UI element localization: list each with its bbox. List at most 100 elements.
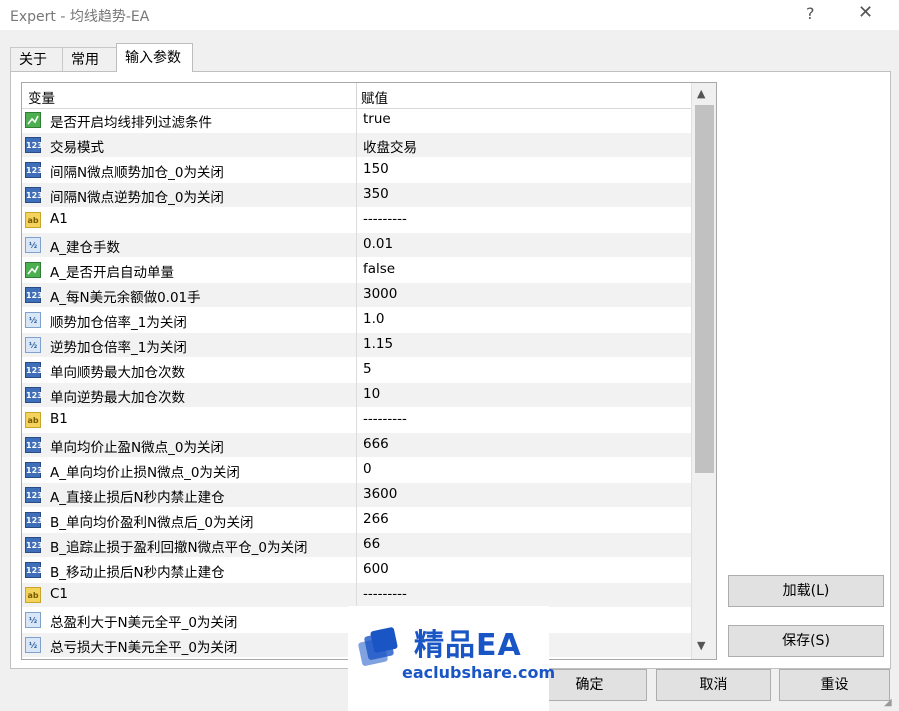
parameter-value[interactable]: ---------	[363, 211, 407, 227]
parameter-name: A_是否开启自动单量	[50, 265, 174, 281]
watermark-brand: 精品EA	[414, 628, 522, 663]
parameter-row[interactable]: 123 间隔N微点顺势加仓_0为关闭 150	[22, 158, 691, 183]
cell-divider	[356, 583, 357, 608]
close-button[interactable]: ✕	[858, 2, 873, 23]
parameter-value[interactable]: 1.0	[363, 311, 384, 327]
parameter-name: B_单向均价盈利N微点后_0为关闭	[50, 515, 254, 531]
scroll-up-icon[interactable]: ▲	[697, 87, 705, 100]
vertical-scrollbar[interactable]: ▲ ▼	[691, 83, 716, 659]
column-header-value[interactable]: 赋值	[361, 87, 388, 107]
parameter-value[interactable]: 600	[363, 561, 389, 577]
parameter-value[interactable]: 0	[363, 461, 372, 477]
bool-icon	[25, 262, 41, 278]
parameter-row[interactable]: ab A1 ---------	[22, 208, 691, 233]
parameter-value[interactable]: 3000	[363, 286, 397, 302]
parameter-name: 是否开启均线排列过滤条件	[50, 115, 212, 131]
parameter-row[interactable]: ½ 顺势加仓倍率_1为关闭 1.0	[22, 308, 691, 333]
cell-divider	[356, 283, 357, 308]
cell-divider	[356, 333, 357, 358]
cancel-button[interactable]: 取消	[656, 669, 771, 701]
column-divider[interactable]	[356, 83, 357, 108]
parameter-name: 间隔N微点逆势加仓_0为关闭	[50, 190, 224, 206]
integer-icon: 123	[25, 462, 43, 478]
parameter-row[interactable]: ½ A_建仓手数 0.01	[22, 233, 691, 258]
parameter-row[interactable]: 123 单向顺势最大加仓次数 5	[22, 358, 691, 383]
parameter-row[interactable]: 123 交易模式 收盘交易	[22, 133, 691, 158]
parameter-name: A_每N美元余额做0.01手	[50, 290, 201, 306]
resize-grip-icon[interactable]: ◢	[884, 697, 896, 709]
cell-divider	[356, 533, 357, 558]
tab-common[interactable]: 常用	[62, 47, 117, 71]
parameter-row[interactable]: 123 单向均价止盈N微点_0为关闭 666	[22, 433, 691, 458]
grid-rows: 是否开启均线排列过滤条件 true 123 交易模式 收盘交易 123 间隔N微点顺势加仓_…	[22, 108, 691, 658]
parameter-row[interactable]: 123 间隔N微点逆势加仓_0为关闭 350	[22, 183, 691, 208]
save-button[interactable]: 保存(S)	[728, 625, 884, 657]
parameter-name: 单向顺势最大加仓次数	[50, 365, 185, 381]
parameter-name: 间隔N微点顺势加仓_0为关闭	[50, 165, 224, 181]
double-icon: ½	[25, 312, 41, 328]
parameter-value[interactable]: false	[363, 261, 395, 277]
scrollbar-thumb[interactable]	[695, 105, 714, 473]
parameter-value[interactable]: 1.15	[363, 336, 393, 352]
reset-button[interactable]: 重设	[779, 669, 890, 701]
parameter-value[interactable]: 0.01	[363, 236, 393, 252]
parameter-value[interactable]: 666	[363, 436, 389, 452]
parameter-row[interactable]: 123 B_移动止损后N秒内禁止建仓 600	[22, 558, 691, 583]
cell-divider	[356, 558, 357, 583]
string-icon: ab	[25, 412, 41, 428]
cell-divider	[356, 108, 357, 133]
parameter-value[interactable]: ---------	[363, 586, 407, 602]
parameter-row[interactable]: 是否开启均线排列过滤条件 true	[22, 108, 691, 133]
parameter-name: A_单向均价止损N微点_0为关闭	[50, 465, 240, 481]
parameter-name: B1	[50, 411, 68, 427]
parameter-value[interactable]: 收盘交易	[363, 136, 417, 156]
cell-divider	[356, 308, 357, 333]
parameter-value[interactable]: 10	[363, 386, 380, 402]
title-bar: Expert - 均线趋势-EA ? ✕	[0, 0, 899, 30]
cell-divider	[356, 133, 357, 158]
parameter-value[interactable]: 66	[363, 536, 380, 552]
string-icon: ab	[25, 212, 41, 228]
cell-divider	[356, 183, 357, 208]
parameter-row[interactable]: 123 B_单向均价盈利N微点后_0为关闭 266	[22, 508, 691, 533]
cell-divider	[356, 408, 357, 433]
watermark: 精品EA eaclubshare.com	[348, 606, 555, 711]
parameter-row[interactable]: 123 A_单向均价止损N微点_0为关闭 0	[22, 458, 691, 483]
tab-inputs[interactable]: 输入参数	[116, 43, 193, 72]
parameter-row[interactable]: 123 A_直接止损后N秒内禁止建仓 3600	[22, 483, 691, 508]
cell-divider	[356, 483, 357, 508]
double-icon: ½	[25, 612, 41, 628]
parameter-value[interactable]: true	[363, 111, 391, 127]
parameter-value[interactable]: ---------	[363, 411, 407, 427]
parameters-grid: 变量 赋值 是否开启均线排列过滤条件 true 123 交易模式 收盘交易 123 间隔N微…	[21, 82, 717, 660]
parameter-value[interactable]: 266	[363, 511, 389, 527]
column-header-variable[interactable]: 变量	[28, 87, 55, 107]
parameter-row[interactable]: ab B1 ---------	[22, 408, 691, 433]
parameter-name: 顺势加仓倍率_1为关闭	[50, 315, 187, 331]
parameter-row[interactable]: A_是否开启自动单量 false	[22, 258, 691, 283]
cell-divider	[356, 458, 357, 483]
integer-icon: 123	[25, 562, 43, 578]
help-button[interactable]: ?	[806, 4, 815, 23]
cell-divider	[356, 383, 357, 408]
parameter-value[interactable]: 350	[363, 186, 389, 202]
parameter-value[interactable]: 5	[363, 361, 372, 377]
integer-icon: 123	[25, 187, 43, 203]
string-icon: ab	[25, 587, 41, 603]
parameter-value[interactable]: 3600	[363, 486, 397, 502]
parameter-value[interactable]: 150	[363, 161, 389, 177]
parameter-row[interactable]: 123 B_追踪止损于盈利回撤N微点平仓_0为关闭 66	[22, 533, 691, 558]
parameter-row[interactable]: 123 单向逆势最大加仓次数 10	[22, 383, 691, 408]
cell-divider	[356, 433, 357, 458]
cell-divider	[356, 258, 357, 283]
parameter-name: C1	[50, 586, 69, 602]
watermark-site: eaclubshare.com	[402, 663, 556, 682]
scroll-down-icon[interactable]: ▼	[697, 639, 705, 652]
load-button[interactable]: 加载(L)	[728, 575, 884, 607]
parameter-name: A1	[50, 211, 68, 227]
integer-icon: 123	[25, 362, 43, 378]
parameter-row[interactable]: 123 A_每N美元余额做0.01手 3000	[22, 283, 691, 308]
parameter-row[interactable]: ½ 逆势加仓倍率_1为关闭 1.15	[22, 333, 691, 358]
parameter-row[interactable]: ab C1 ---------	[22, 583, 691, 608]
tab-about[interactable]: 关于	[10, 47, 63, 71]
